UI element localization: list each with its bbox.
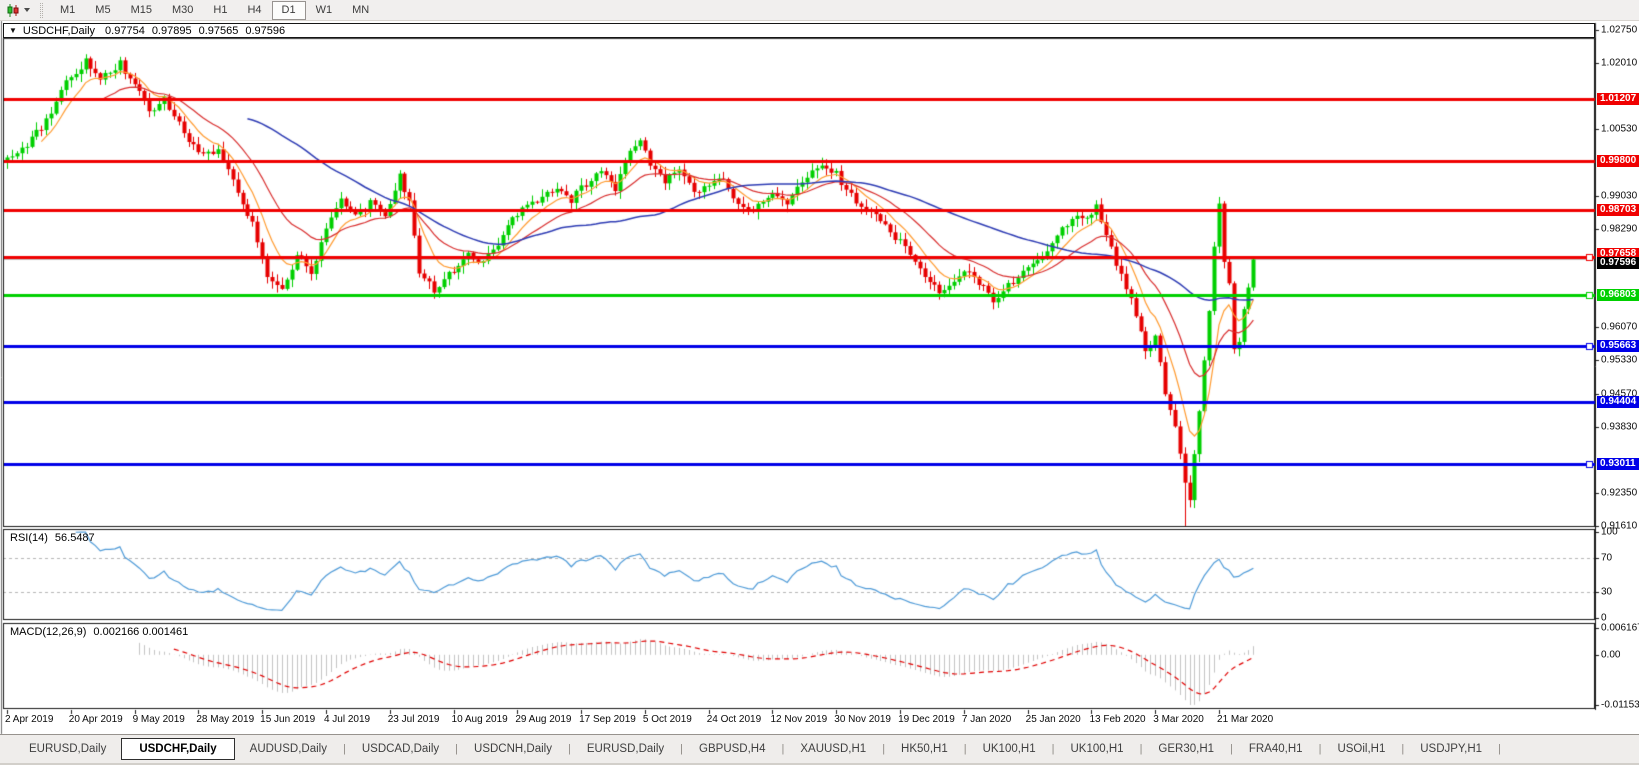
date-label-21-mar-2020: 21 Mar 2020 <box>1217 714 1273 725</box>
hline-label-0.96803: 0.96803 <box>1597 289 1639 301</box>
date-label-25-jan-2020: 25 Jan 2020 <box>1026 714 1081 725</box>
rsi-name: RSI(14) <box>10 532 48 544</box>
ohlc-high: 0.97895 <box>152 25 192 37</box>
price-tick-0.92350: 0.92350 <box>1601 488 1637 499</box>
chart-collapse-icon[interactable]: ▼ <box>9 26 17 36</box>
macd-level-0-00: 0.00 <box>1601 649 1620 660</box>
price-tick-0.99030: 0.99030 <box>1601 190 1637 201</box>
rsi-indicator-label: RSI(14) 56.5487 <box>10 532 102 544</box>
date-label-29-aug-2019: 29 Aug 2019 <box>515 714 571 725</box>
date-label-9-may-2019: 9 May 2019 <box>133 714 185 725</box>
price-tick-1.02750: 1.02750 <box>1601 25 1637 36</box>
date-label-10-aug-2019: 10 Aug 2019 <box>452 714 508 725</box>
chart-tab-hk50-h1[interactable]: HK50,H1 <box>886 739 963 759</box>
date-label-7-jan-2020: 7 Jan 2020 <box>962 714 1012 725</box>
ohlc-open: 0.97754 <box>105 25 145 37</box>
date-label-3-mar-2020: 3 Mar 2020 <box>1153 714 1204 725</box>
date-label-30-nov-2019: 30 Nov 2019 <box>834 714 891 725</box>
chart-canvas[interactable] <box>0 0 1639 765</box>
date-label-23-jul-2019: 23 Jul 2019 <box>388 714 440 725</box>
date-label-5-oct-2019: 5 Oct 2019 <box>643 714 692 725</box>
hline-label-1.01207: 1.01207 <box>1597 93 1639 105</box>
price-tick-0.95330: 0.95330 <box>1601 355 1637 366</box>
timeframe-button-h4[interactable]: H4 <box>237 1 271 20</box>
chart-tab-eurusd-daily[interactable]: EURUSD,Daily <box>572 739 679 759</box>
chart-tab-uk100-h1[interactable]: UK100,H1 <box>968 739 1051 759</box>
date-label-13-feb-2020: 13 Feb 2020 <box>1089 714 1145 725</box>
toolbar: M1M5M15M30H1H4D1W1MN <box>0 0 1639 21</box>
price-tick-1.02010: 1.02010 <box>1601 57 1637 68</box>
chart-symbol-label: USDCHF,Daily <box>23 25 95 37</box>
hline-label-0.94404: 0.94404 <box>1597 396 1639 408</box>
timeframe-button-mn[interactable]: MN <box>342 1 379 20</box>
rsi-level-70: 70 <box>1601 552 1612 563</box>
chart-title-bar: ▼ USDCHF,Daily 0.97754 0.97895 0.97565 0… <box>3 23 1595 38</box>
timeframe-button-m15[interactable]: M15 <box>121 1 162 20</box>
date-label-20-apr-2019: 20 Apr 2019 <box>69 714 123 725</box>
ohlc-low: 0.97565 <box>199 25 239 37</box>
hline-label-0.95663: 0.95663 <box>1597 340 1639 352</box>
tab-separator: | <box>1497 743 1502 755</box>
current-price-label: 0.97596 <box>1597 257 1639 269</box>
macd-level-0-006167: 0.006167 <box>1601 622 1639 633</box>
chart-tab-usdjpy-h1[interactable]: USDJPY,H1 <box>1405 739 1497 759</box>
timeframe-button-m5[interactable]: M5 <box>85 1 120 20</box>
chart-tab-ger30-h1[interactable]: GER30,H1 <box>1143 739 1229 759</box>
hline-label-0.98703: 0.98703 <box>1597 204 1639 216</box>
date-label-24-oct-2019: 24 Oct 2019 <box>707 714 761 725</box>
chart-tab-eurusd-daily[interactable]: EURUSD,Daily <box>14 739 121 759</box>
date-label-2-apr-2019: 2 Apr 2019 <box>5 714 53 725</box>
chart-tab-xauusd-h1[interactable]: XAUUSD,H1 <box>785 739 881 759</box>
date-label-28-may-2019: 28 May 2019 <box>196 714 254 725</box>
timeframe-button-group: M1M5M15M30H1H4D1W1MN <box>50 1 379 20</box>
hline-label-0.99800: 0.99800 <box>1597 155 1639 167</box>
date-label-15-jun-2019: 15 Jun 2019 <box>260 714 315 725</box>
chart-tab-uk100-h1[interactable]: UK100,H1 <box>1056 739 1139 759</box>
timeframe-button-w1[interactable]: W1 <box>306 1 343 20</box>
rsi-level-100: 100 <box>1601 527 1618 538</box>
timeframe-button-m1[interactable]: M1 <box>50 1 85 20</box>
chart-tab-gbpusd-h4[interactable]: GBPUSD,H4 <box>684 739 780 759</box>
price-tick-0.93830: 0.93830 <box>1601 422 1637 433</box>
chart-tab-fra40-h1[interactable]: FRA40,H1 <box>1234 739 1318 759</box>
date-label-12-nov-2019: 12 Nov 2019 <box>770 714 827 725</box>
ohlc-close: 0.97596 <box>245 25 285 37</box>
price-tick-0.96070: 0.96070 <box>1601 322 1637 333</box>
macd-level-0-011531: -0.011531 <box>1601 699 1639 710</box>
chart-tab-bar: EURUSD,DailyUSDCHF,DailyAUDUSD,Daily|USD… <box>0 734 1639 763</box>
chart-tab-usdcnh-daily[interactable]: USDCNH,Daily <box>459 739 567 759</box>
chart-tab-usoil-h1[interactable]: USOil,H1 <box>1322 739 1400 759</box>
toolbar-grip <box>40 3 43 18</box>
chart-tab-usdchf-daily[interactable]: USDCHF,Daily <box>121 738 234 760</box>
price-tick-0.98290: 0.98290 <box>1601 223 1637 234</box>
indicators-button[interactable] <box>2 2 35 19</box>
candlestick-chart-icon <box>6 3 21 18</box>
rsi-value: 56.5487 <box>55 532 95 544</box>
timeframe-button-h1[interactable]: H1 <box>203 1 237 20</box>
chart-tab-audusd-daily[interactable]: AUDUSD,Daily <box>235 739 342 759</box>
date-label-19-dec-2019: 19 Dec 2019 <box>898 714 955 725</box>
timeframe-button-m30[interactable]: M30 <box>162 1 203 20</box>
mt4-terminal: { "toolbar": { "indicator_button": "char… <box>0 0 1639 765</box>
macd-indicator-label: MACD(12,26,9) 0.002166 0.001461 <box>10 626 195 638</box>
dropdown-arrow-icon <box>24 8 30 12</box>
date-label-4-jul-2019: 4 Jul 2019 <box>324 714 370 725</box>
timeframe-button-d1[interactable]: D1 <box>272 1 306 20</box>
chart-tab-usdcad-daily[interactable]: USDCAD,Daily <box>347 739 454 759</box>
macd-name: MACD(12,26,9) <box>10 626 86 638</box>
date-label-17-sep-2019: 17 Sep 2019 <box>579 714 636 725</box>
price-tick-1.00530: 1.00530 <box>1601 123 1637 134</box>
macd-values: 0.002166 0.001461 <box>93 626 188 638</box>
rsi-level-30: 30 <box>1601 587 1612 598</box>
hline-label-0.93011: 0.93011 <box>1597 458 1639 470</box>
